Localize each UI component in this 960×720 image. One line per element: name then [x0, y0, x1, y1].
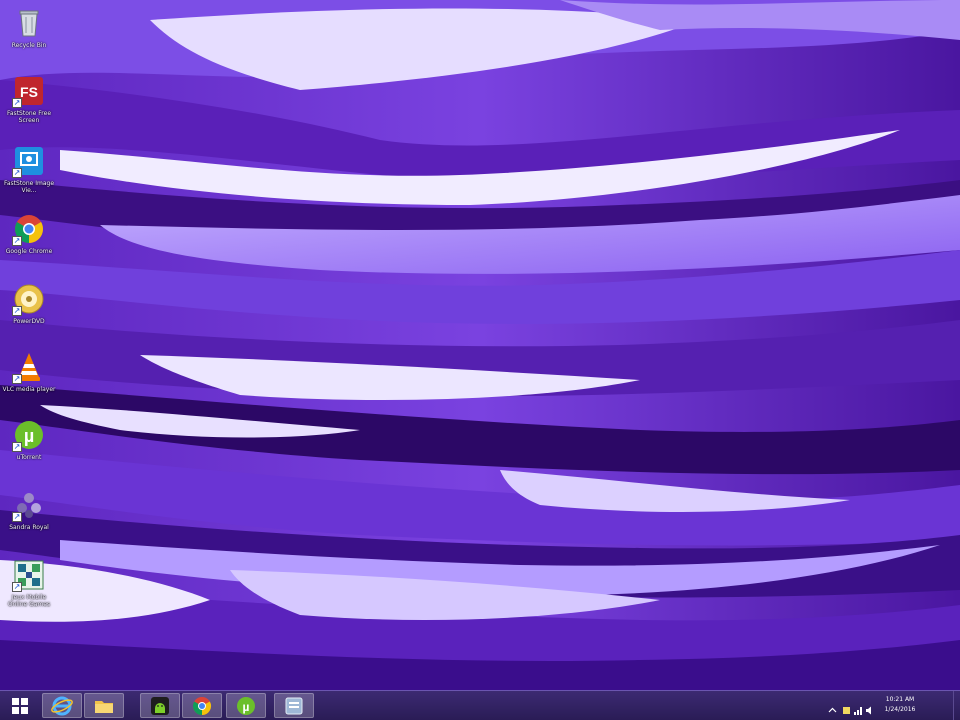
chrome-icon: ↗ — [12, 212, 46, 246]
show-desktop-button[interactable] — [953, 691, 960, 720]
taskbar-chrome[interactable] — [182, 693, 222, 718]
desktop-icon-google-chrome[interactable]: ↗ Google Chrome — [2, 210, 56, 272]
powerdvd-icon: ↗ — [12, 282, 46, 316]
desktop-icon-area: Recycle Bin FS ↗ FastStone Free Screen ↗… — [0, 0, 60, 690]
taskbar-utorrent[interactable]: µ — [226, 693, 266, 718]
clock-date: 1/24/2016 — [884, 706, 916, 713]
desktop-icon-label: Jeux Mobile Online Games — [7, 594, 51, 608]
shortcut-arrow-icon: ↗ — [12, 512, 22, 522]
internet-explorer-icon — [51, 696, 73, 715]
faststone-capture-icon: FS ↗ — [12, 74, 46, 108]
desktop-icon-faststone-capture[interactable]: FS ↗ FastStone Free Screen — [2, 72, 56, 134]
desktop-wallpaper — [0, 0, 960, 720]
desktop-icon-powerdvd[interactable]: ↗ PowerDVD — [2, 280, 56, 342]
app-icon — [285, 697, 303, 714]
utorrent-icon: µ — [237, 696, 255, 715]
vlc-icon: ↗ — [12, 350, 46, 384]
desktop-icon-label: PowerDVD — [13, 318, 45, 325]
games-icon: ↗ — [12, 558, 46, 592]
chrome-icon — [192, 696, 212, 715]
shortcut-arrow-icon: ↗ — [12, 168, 22, 178]
chevron-up-icon[interactable] — [828, 700, 837, 713]
shortcut-arrow-icon: ↗ — [12, 306, 22, 316]
desktop-icon-label: FastStone Image Vie... — [3, 180, 55, 194]
taskbar: µ 10:21 AM 1/24/2016 — [0, 690, 960, 720]
clock-time: 10:21 AM — [885, 696, 915, 703]
svg-text:FS: FS — [20, 84, 38, 100]
taskbar-file-explorer[interactable] — [84, 693, 124, 718]
desktop-icon-vlc[interactable]: ↗ VLC media player — [2, 348, 56, 410]
sandra-icon: ↗ — [12, 488, 46, 522]
taskbar-android-app[interactable] — [140, 693, 180, 718]
volume-icon[interactable] — [866, 700, 875, 715]
desktop-icon-label: FastStone Free Screen — [6, 110, 52, 124]
desktop-icon-label: Google Chrome — [5, 248, 53, 255]
svg-text:µ: µ — [243, 700, 250, 714]
desktop-icon-label: Sandra Royal — [9, 524, 49, 531]
desktop-icon-label: Recycle Bin — [11, 42, 47, 49]
start-button[interactable] — [4, 693, 36, 718]
desktop-icon-utorrent[interactable]: µ ↗ uTorrent — [2, 416, 56, 478]
desktop-icon-faststone-image-viewer[interactable]: ↗ FastStone Image Vie... — [2, 142, 56, 204]
system-tray: 10:21 AM 1/24/2016 — [820, 691, 960, 720]
utorrent-icon: µ ↗ — [12, 418, 46, 452]
shortcut-arrow-icon: ↗ — [12, 374, 22, 384]
windows-logo-icon — [12, 697, 28, 714]
shortcut-arrow-icon: ↗ — [12, 442, 22, 452]
shortcut-arrow-icon: ↗ — [12, 98, 22, 108]
taskbar-app[interactable] — [274, 693, 314, 718]
desktop-icon-recycle-bin[interactable]: Recycle Bin — [2, 4, 56, 66]
network-icon[interactable] — [854, 700, 863, 715]
folder-icon — [95, 700, 113, 713]
desktop-icon-label: VLC media player — [2, 386, 56, 393]
android-icon — [151, 696, 169, 715]
recycle-bin-icon — [12, 6, 46, 40]
desktop-icon-games[interactable]: ↗ Jeux Mobile Online Games — [2, 556, 56, 618]
shortcut-arrow-icon: ↗ — [12, 582, 22, 592]
desktop-icon-sandra[interactable]: ↗ Sandra Royal — [2, 486, 56, 548]
action-center-icon[interactable] — [842, 700, 851, 714]
taskbar-clock[interactable]: 10:21 AM 1/24/2016 — [878, 695, 922, 715]
desktop-icon-label: uTorrent — [16, 454, 42, 461]
faststone-image-viewer-icon: ↗ — [12, 144, 46, 178]
shortcut-arrow-icon: ↗ — [12, 236, 22, 246]
svg-text:µ: µ — [24, 426, 34, 446]
taskbar-internet-explorer[interactable] — [42, 693, 82, 718]
